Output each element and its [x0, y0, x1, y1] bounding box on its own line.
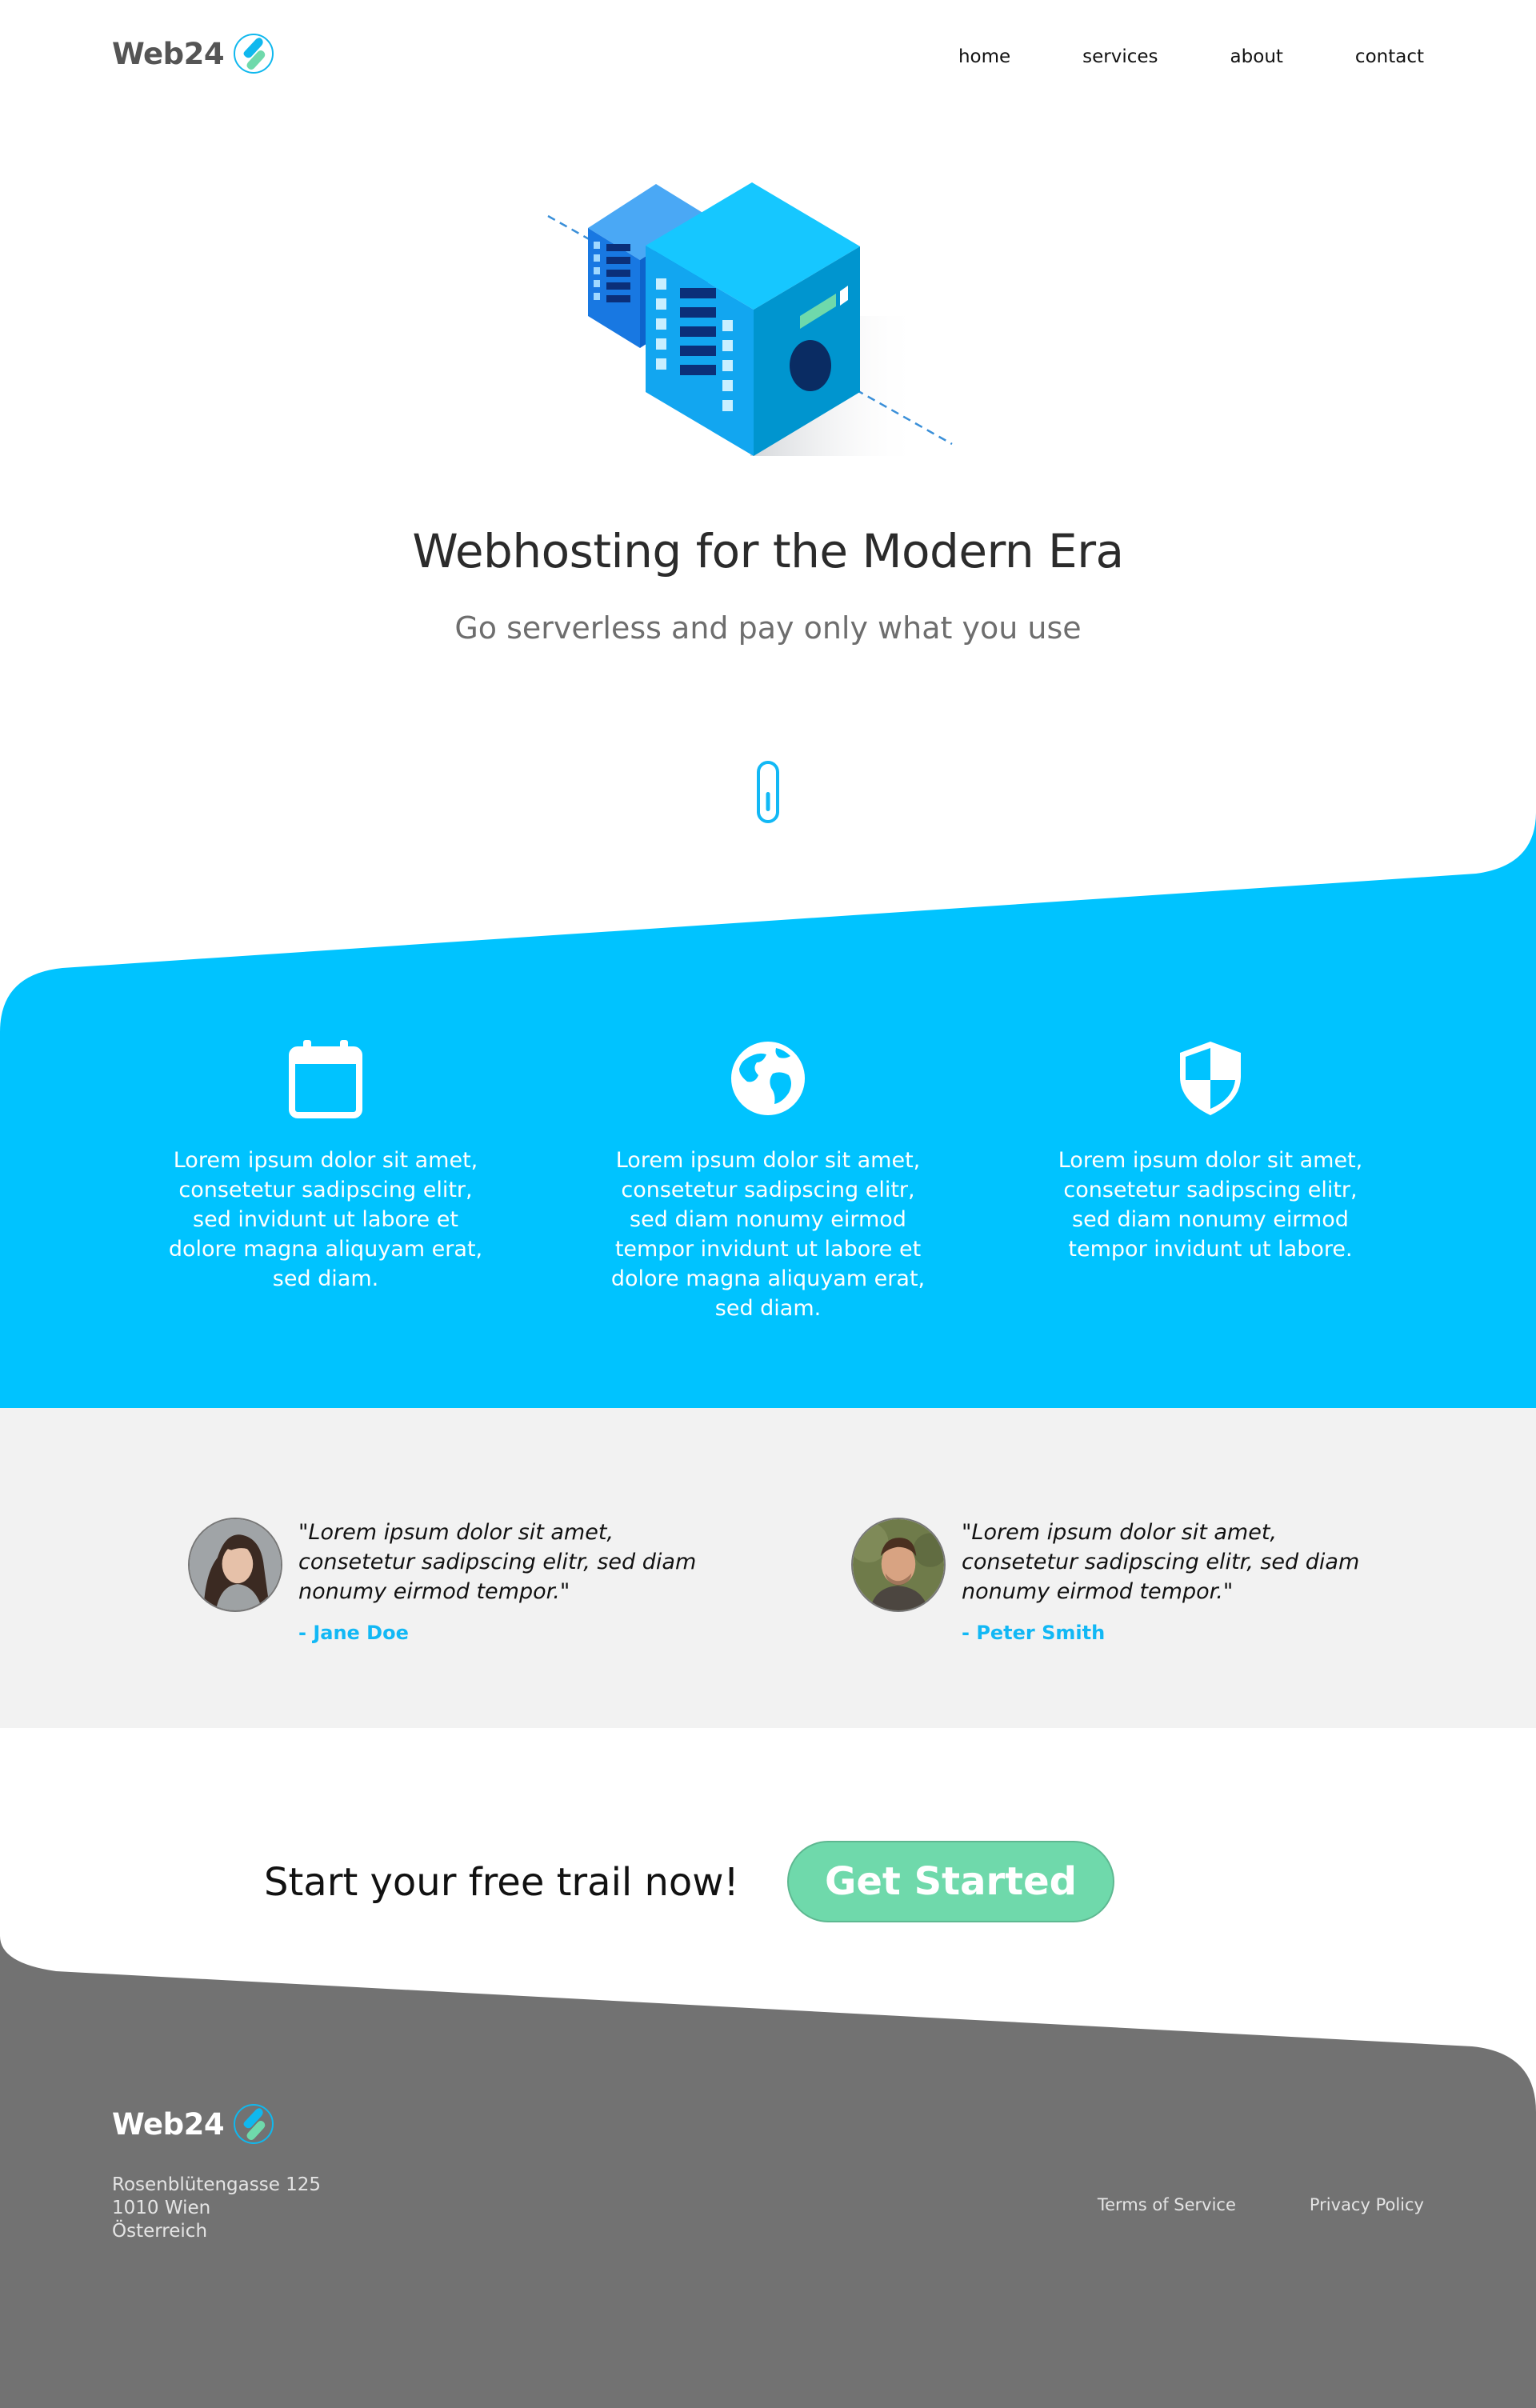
nav-contact[interactable]: contact — [1355, 46, 1424, 67]
nav-home[interactable]: home — [958, 46, 1010, 67]
testimonial-quote: "Lorem ipsum dolor sit amet, consetetur … — [962, 1520, 1360, 1604]
header-logo[interactable]: Web24 — [112, 32, 275, 75]
scroll-down-icon[interactable] — [756, 760, 780, 824]
nav-services[interactable]: services — [1082, 46, 1158, 67]
get-started-button[interactable]: Get Started — [787, 1841, 1114, 1922]
feature-text: Lorem ipsum dolor sit amet, consetetur s… — [610, 1148, 926, 1321]
cta-text: Start your free trail now! — [264, 1860, 739, 1905]
brand-name: Web24 — [112, 36, 225, 71]
calendar-icon — [289, 1040, 362, 1118]
footer-links: Terms of Service Privacy Policy — [1098, 2195, 1424, 2214]
avatar-peter-smith — [851, 1518, 946, 1612]
address-line: 1010 Wien — [112, 2198, 211, 2218]
terms-of-service-link[interactable]: Terms of Service — [1098, 2195, 1236, 2214]
main-nav: home services about contact — [958, 46, 1424, 67]
avatar-jane-doe — [188, 1518, 282, 1612]
hero-title: Webhosting for the Modern Era — [412, 524, 1124, 578]
address-line: Österreich — [112, 2221, 208, 2242]
shield-icon — [1180, 1042, 1241, 1115]
feature-card-calendar: Lorem ipsum dolor sit amet, consetetur s… — [158, 1038, 494, 1294]
privacy-policy-link[interactable]: Privacy Policy — [1310, 2195, 1424, 2214]
logo-mark-icon — [234, 2104, 274, 2144]
feature-card-globe: Lorem ipsum dolor sit amet, consetetur s… — [600, 1038, 936, 1323]
brand-name: Web24 — [112, 2106, 225, 2142]
footer-logo[interactable]: Web24 — [112, 2102, 275, 2146]
nav-about[interactable]: about — [1230, 46, 1283, 67]
feature-text: Lorem ipsum dolor sit amet, consetetur s… — [168, 1148, 483, 1291]
footer-address: Rosenblütengasse 125 1010 Wien Österreic… — [112, 2174, 321, 2243]
logo-mark-icon — [234, 34, 274, 74]
feature-text: Lorem ipsum dolor sit amet, consetetur s… — [1058, 1148, 1363, 1262]
feature-card-shield: Lorem ipsum dolor sit amet, consetetur s… — [1042, 1038, 1378, 1264]
server-building-illustration — [547, 182, 953, 456]
testimonial-author: - Jane Doe — [298, 1622, 409, 1644]
testimonial-quote: "Lorem ipsum dolor sit amet, consetetur … — [298, 1520, 697, 1604]
address-line: Rosenblütengasse 125 — [112, 2174, 322, 2195]
testimonial-author: - Peter Smith — [962, 1622, 1106, 1644]
globe-icon — [731, 1042, 805, 1115]
hero-subtitle: Go serverless and pay only what you use — [454, 610, 1082, 646]
